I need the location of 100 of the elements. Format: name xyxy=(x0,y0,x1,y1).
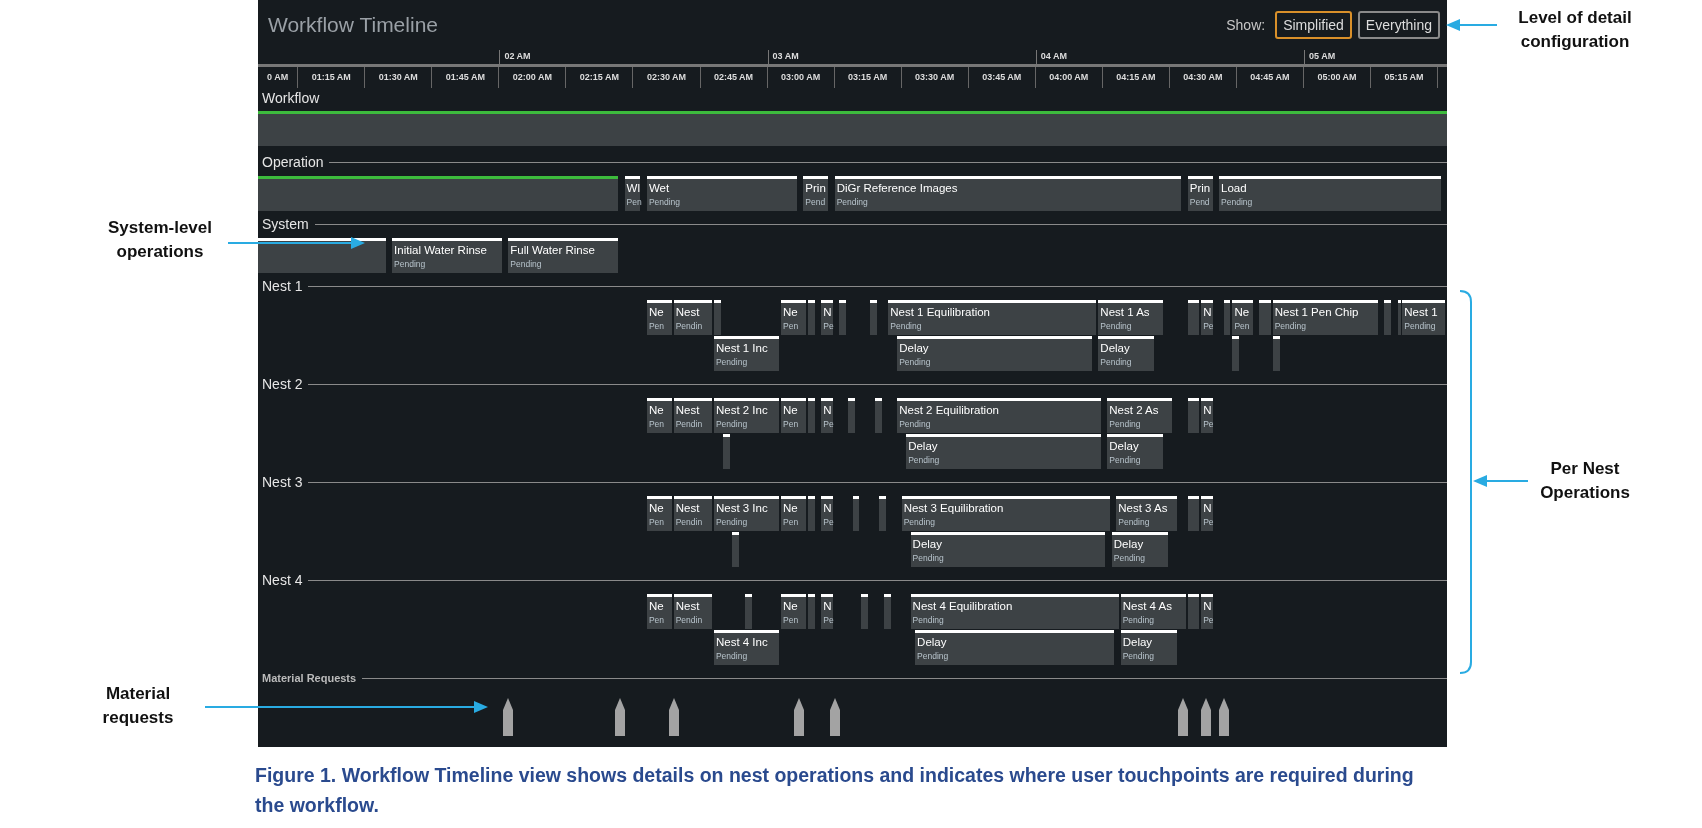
task-block[interactable]: Nest 1 Pen Chip Pending xyxy=(1272,300,1378,335)
request-marker[interactable] xyxy=(829,698,840,736)
task-status: Pending xyxy=(1109,454,1142,466)
task-title: Nest 4 Equilibration xyxy=(912,599,1014,614)
task-block[interactable]: Nest 2 Equilibration Pending xyxy=(897,398,1101,433)
task-status: Pe xyxy=(823,418,833,430)
task-status: Pending xyxy=(899,356,932,368)
task-title: Load xyxy=(1221,181,1248,196)
task-block[interactable]: Prin Pend xyxy=(1187,176,1213,211)
task-block[interactable]: Ne Pen xyxy=(781,496,806,531)
task-status: Pendin xyxy=(675,614,704,626)
task-title: Nest 1 Pen Chip xyxy=(1274,305,1360,320)
task-block[interactable]: Nest 1 Pending xyxy=(1402,300,1445,335)
task-title: Wet xyxy=(648,181,671,196)
task-status: Pendin xyxy=(675,516,704,528)
callout-text: Per Nest Operations xyxy=(1539,458,1631,504)
task-status: Pending xyxy=(715,516,749,528)
task-block[interactable]: N Pe xyxy=(1201,496,1213,531)
task-block[interactable]: Delay Pending xyxy=(1111,532,1168,567)
request-marker[interactable] xyxy=(1218,698,1229,736)
task-title: Ne xyxy=(648,599,665,614)
task-block[interactable]: Wl Pen xyxy=(624,176,641,211)
task-title: Nest 2 Inc xyxy=(715,403,769,418)
task-block[interactable]: Prin Pend xyxy=(803,176,829,211)
callout-text: Level of detail configuration xyxy=(1517,7,1633,53)
task-title: Nest 3 Equilibration xyxy=(903,501,1005,516)
task-block[interactable]: Ne Pen xyxy=(781,398,806,433)
request-marker[interactable] xyxy=(503,698,514,736)
task-block[interactable]: Nest 3 Equilibration Pending xyxy=(901,496,1110,531)
task-block[interactable]: Nest 4 Equilibration Pending xyxy=(910,594,1119,629)
task-title: N xyxy=(1203,501,1213,516)
task-title: Ne xyxy=(648,501,665,516)
detail-toggle-button[interactable]: Everything xyxy=(1357,11,1440,39)
task-block[interactable]: Delay Pending xyxy=(1120,630,1177,665)
task-status: Pending xyxy=(510,258,543,270)
task-title: Nest 4 As xyxy=(1122,599,1173,614)
task-block[interactable]: Nest 1 As Pending xyxy=(1098,300,1164,335)
task-block[interactable]: Initial Water Rinse Pending xyxy=(392,238,502,273)
task-block[interactable]: Ne Pen xyxy=(646,398,672,433)
task-block[interactable]: Nest 1 Inc Pending xyxy=(713,336,779,371)
task-block[interactable]: Ne Pen xyxy=(781,594,806,629)
task-status: Pending xyxy=(648,196,682,208)
task-block[interactable]: Nest Pendin xyxy=(673,300,712,335)
task-block[interactable]: Nest 2 Inc Pending xyxy=(713,398,779,433)
task-title: Prin xyxy=(1189,181,1212,196)
task-status: Pending xyxy=(908,454,941,466)
task-block[interactable]: Delay Pending xyxy=(1107,434,1164,469)
task-title: Delay xyxy=(1109,439,1140,454)
task-block[interactable]: Nest 1 Equilibration Pending xyxy=(888,300,1097,335)
task-block[interactable]: Delay Pending xyxy=(897,336,1092,371)
request-marker[interactable] xyxy=(668,698,679,736)
task-block[interactable]: Delay Pending xyxy=(1098,336,1155,371)
request-marker[interactable] xyxy=(615,698,626,736)
task-block[interactable]: Delay Pending xyxy=(906,434,1101,469)
task-block[interactable]: N Pe xyxy=(1201,594,1213,629)
task-block[interactable]: Ne Pen xyxy=(781,300,806,335)
task-title: Delay xyxy=(1122,635,1154,650)
section-label: System xyxy=(262,216,309,232)
task-block[interactable]: Ne Pen xyxy=(646,496,672,531)
show-label: Show: xyxy=(1226,17,1266,33)
task-block[interactable]: N Pe xyxy=(821,398,833,433)
task-status: Pend xyxy=(805,196,827,208)
task-block[interactable]: Nest Pendin xyxy=(673,594,712,629)
task-block[interactable]: Delay Pending xyxy=(910,532,1106,567)
task-block[interactable]: Nest 3 As Pending xyxy=(1116,496,1177,531)
request-marker[interactable] xyxy=(793,698,804,736)
task-block[interactable]: Ne Pen xyxy=(646,594,672,629)
task-block[interactable]: N Pe xyxy=(821,594,833,629)
task-title: Nest 1 Inc xyxy=(715,341,769,356)
task-block[interactable]: Nest Pendin xyxy=(673,496,712,531)
task-block[interactable]: Full Water Rinse Pending xyxy=(508,238,619,273)
task-block[interactable]: N Pe xyxy=(1201,300,1213,335)
task-block[interactable]: Load Pending xyxy=(1219,176,1441,211)
time-label: 02:30 AM xyxy=(633,67,701,88)
time-label: 03:45 AM xyxy=(968,67,1036,88)
task-title: Delay xyxy=(912,537,943,552)
request-marker[interactable] xyxy=(1200,698,1211,736)
task-block[interactable]: Nest 4 As Pending xyxy=(1120,594,1186,629)
task-block[interactable]: Ne Pen xyxy=(646,300,672,335)
task-status: Pen xyxy=(648,516,665,528)
task-block[interactable]: Nest 4 Inc Pending xyxy=(713,630,779,665)
task-block[interactable]: Nest 2 As Pending xyxy=(1107,398,1173,433)
task-title: Nest 2 As xyxy=(1109,403,1160,418)
section-label: Nest 2 xyxy=(262,376,303,392)
task-title: N xyxy=(823,305,833,320)
task-block[interactable]: Delay Pending xyxy=(915,630,1115,665)
task-title: Prin xyxy=(805,181,827,196)
task-status: Pe xyxy=(1203,614,1213,626)
time-label: 01:30 AM xyxy=(365,67,433,88)
task-block[interactable]: N Pe xyxy=(1201,398,1213,433)
task-block[interactable]: N Pe xyxy=(821,496,833,531)
task-block[interactable]: N Pe xyxy=(821,300,833,335)
detail-toggle-button[interactable]: Simplified xyxy=(1275,11,1352,39)
task-block[interactable]: DiGr Reference Images Pending xyxy=(834,176,1182,211)
task-block[interactable]: Nest 3 Inc Pending xyxy=(713,496,779,531)
task-status: Pending xyxy=(1118,516,1151,528)
task-block[interactable]: Ne Pen xyxy=(1232,300,1253,335)
task-block[interactable]: Nest Pendin xyxy=(673,398,712,433)
task-block[interactable]: Wet Pending xyxy=(646,176,797,211)
request-marker[interactable] xyxy=(1178,698,1189,736)
